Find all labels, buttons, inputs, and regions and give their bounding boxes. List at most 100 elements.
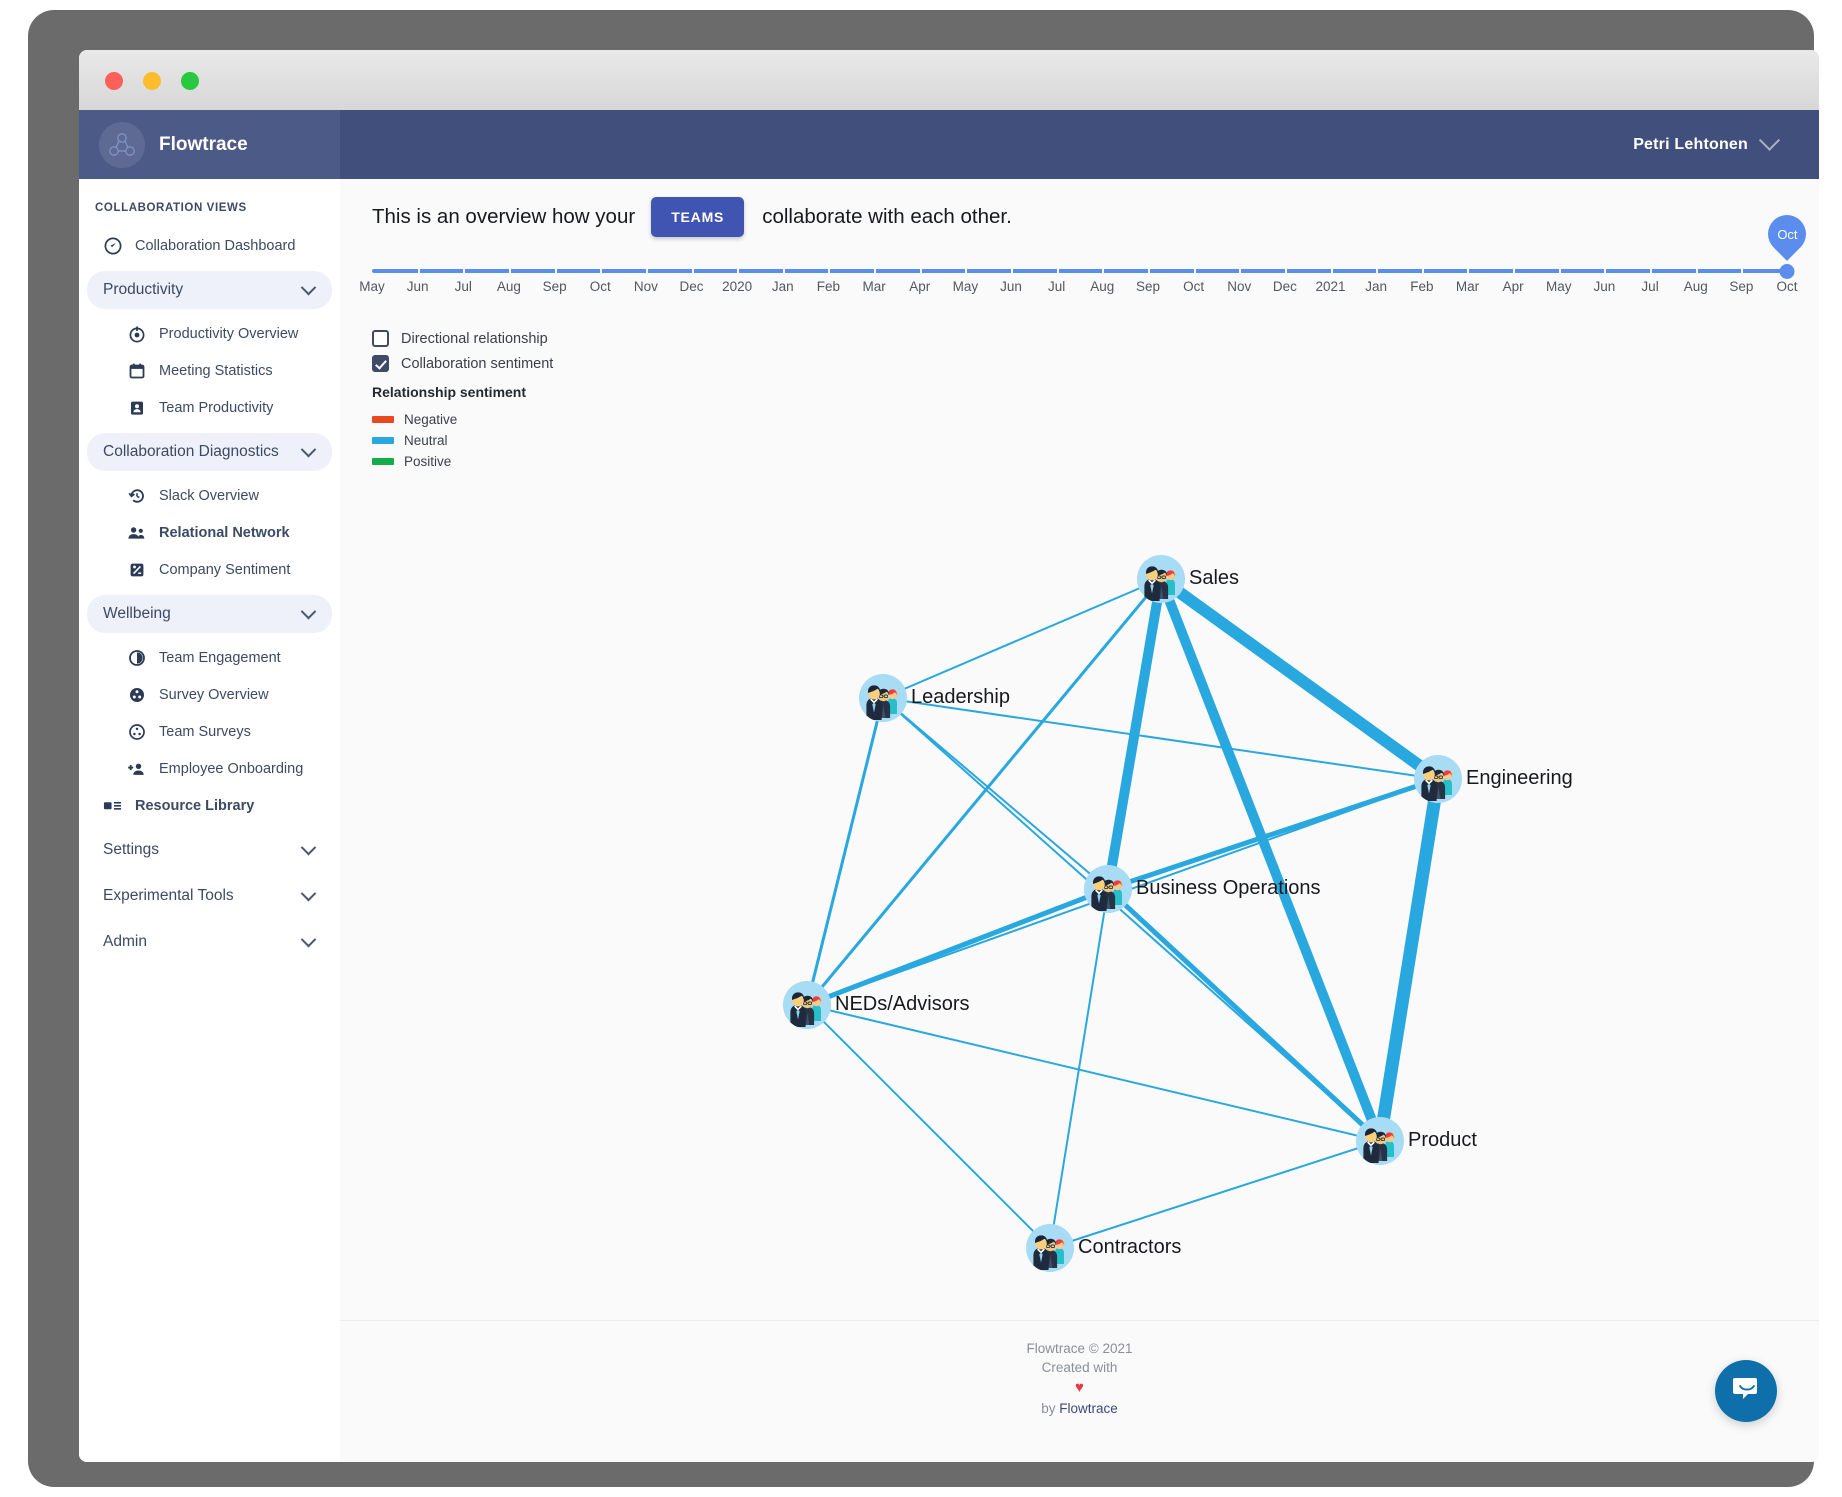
- sidebar-item-label: Productivity Overview: [159, 326, 299, 342]
- timeline-label: May: [1546, 279, 1572, 294]
- sidebar-section-title: COLLABORATION VIEWS: [95, 202, 247, 214]
- sidebar-item-meeting-statistics[interactable]: Meeting Statistics: [87, 354, 332, 388]
- timeline-label: Sep: [1135, 279, 1160, 294]
- sidebar-item-team-engagement[interactable]: Team Engagement: [87, 641, 332, 675]
- network-node-label: Leadership: [911, 686, 1010, 708]
- main-content: This is an overview how your TEAMS colla…: [340, 179, 1819, 1462]
- relational-network-graph[interactable]: Sales Leadership Engineering Business Opera…: [340, 419, 1819, 1339]
- collaboration-sentiment-checkbox[interactable]: [372, 355, 389, 372]
- timeline-label: May: [359, 279, 385, 294]
- timeline-tick: [463, 265, 466, 277]
- footer: Flowtrace © 2021 Created with ♥ by Flowt…: [340, 1320, 1819, 1462]
- network-edge[interactable]: [806, 886, 1109, 1008]
- network-node-avatar[interactable]: [1026, 1224, 1074, 1272]
- timeline-tick: [1741, 265, 1744, 277]
- option-collaboration-sentiment[interactable]: Collaboration sentiment: [372, 351, 553, 376]
- flowtrace-network-logo-icon: [99, 121, 145, 168]
- timeline-label: Dec: [1272, 279, 1297, 294]
- network-edge[interactable]: [1106, 887, 1382, 1143]
- sidebar-group-label: Wellbeing: [103, 605, 171, 622]
- footer-copyright: Flowtrace © 2021: [1026, 1341, 1133, 1356]
- timeline-slider[interactable]: May Jun Jul Aug Sep Oct Nov Dec 2020 Jan Feb Mar Apr…: [359, 207, 1814, 311]
- timeline-label: Jan: [1365, 279, 1388, 294]
- network-node-label: Contractors: [1078, 1236, 1182, 1258]
- option-directional-relationship[interactable]: Directional relationship: [372, 326, 553, 351]
- window-minimize-button[interactable]: [143, 72, 161, 90]
- sidebar-item-label: Employee Onboarding: [159, 761, 304, 777]
- footer-flowtrace-link[interactable]: Flowtrace: [1059, 1401, 1118, 1416]
- sidebar-group-productivity[interactable]: Productivity: [87, 271, 332, 309]
- timeline-label: Jan: [771, 279, 794, 294]
- timeline-tick: [417, 265, 420, 277]
- network-node-avatar[interactable]: [783, 981, 831, 1029]
- sidebar-item-team-productivity[interactable]: Team Productivity: [87, 391, 332, 425]
- headline-suffix: collaborate with each other.: [762, 205, 1012, 228]
- network-node-avatar[interactable]: [1414, 755, 1462, 803]
- timeline-tick: [645, 265, 648, 277]
- network-edge[interactable]: [1049, 888, 1109, 1249]
- chevron-down-icon: [300, 603, 317, 619]
- sidebar-item-label: Relational Network: [159, 525, 290, 541]
- network-edge[interactable]: [882, 697, 1439, 780]
- teams-toggle-button[interactable]: TEAMS: [651, 197, 745, 237]
- timeline-tick: [1330, 265, 1333, 277]
- timeline-tick: [1147, 265, 1150, 277]
- sidebar-navigation: COLLABORATION VIEWS Collaboration Dashbo…: [79, 179, 340, 961]
- network-node-avatar[interactable]: [1137, 555, 1185, 603]
- timeline-label: Apr: [909, 279, 931, 294]
- network-edges: [805, 574, 1445, 1249]
- network-edge[interactable]: [806, 1004, 1381, 1142]
- sidebar-item-survey-overview[interactable]: Survey Overview: [87, 678, 332, 712]
- timeline-label: Mar: [862, 279, 886, 294]
- timeline-label: Oct: [1776, 279, 1798, 294]
- chevron-down-icon: [300, 839, 317, 855]
- sidebar-group-label: Admin: [103, 933, 147, 950]
- network-node-avatar[interactable]: [1084, 865, 1132, 913]
- sidebar-item-label: Company Sentiment: [159, 562, 291, 578]
- network-edge[interactable]: [882, 578, 1162, 699]
- desktop-background: Flowtrace COLLABORATION VIEWS Collaborat…: [0, 0, 1842, 1497]
- timeline-label: May: [952, 279, 979, 294]
- sidebar-item-productivity-overview[interactable]: Productivity Overview: [87, 317, 332, 351]
- timeline-track[interactable]: [372, 269, 1787, 273]
- timeline-label: Aug: [496, 279, 521, 294]
- timeline-handle[interactable]: [1779, 264, 1795, 279]
- timeline-tick: [1513, 265, 1516, 277]
- timeline-label: Jul: [1048, 279, 1066, 294]
- browser-window-frame: Flowtrace COLLABORATION VIEWS Collaborat…: [28, 10, 1819, 1487]
- window-maximize-button[interactable]: [181, 72, 199, 90]
- user-menu[interactable]: Petri Lehtonen: [1633, 129, 1781, 154]
- network-edge[interactable]: [806, 1004, 1051, 1249]
- sidebar-item-slack-overview[interactable]: Slack Overview: [87, 479, 332, 513]
- directional-relationship-checkbox[interactable]: [372, 330, 389, 347]
- sidebar-item-company-sentiment[interactable]: Company Sentiment: [87, 553, 332, 587]
- sidebar-item-employee-onboarding[interactable]: Employee Onboarding: [87, 752, 332, 786]
- network-edge[interactable]: [1049, 1140, 1381, 1249]
- sidebar-item-resource-library[interactable]: Resource Library: [87, 789, 332, 823]
- user-name: Petri Lehtonen: [1633, 135, 1748, 153]
- timeline-tick: [828, 265, 831, 277]
- timeline-label: Apr: [1502, 279, 1524, 294]
- sidebar-item-relational-network[interactable]: Relational Network: [87, 516, 332, 550]
- timeline-label: Sep: [1729, 279, 1754, 294]
- network-node-avatar[interactable]: [1356, 1117, 1404, 1165]
- sidebar-group-wellbeing[interactable]: Wellbeing: [87, 595, 332, 633]
- network-node-label: Sales: [1189, 567, 1240, 589]
- sidebar-group-collaboration-diagnostics[interactable]: Collaboration Diagnostics: [87, 433, 332, 471]
- window-close-button[interactable]: [105, 72, 123, 90]
- network-node-avatar[interactable]: [859, 674, 907, 722]
- sidebar-item-label: Meeting Statistics: [159, 363, 273, 379]
- timeline-label: Mar: [1455, 279, 1480, 294]
- timeline-tick: [508, 265, 511, 277]
- timeline-label: Oct: [1183, 279, 1205, 294]
- window-titlebar: [79, 50, 1819, 111]
- sidebar-group-admin[interactable]: Admin: [87, 923, 332, 961]
- timeline-tick: [1376, 265, 1379, 277]
- network-edge[interactable]: [1373, 777, 1445, 1143]
- chat-bubble-button[interactable]: [1715, 1360, 1777, 1422]
- sidebar-item-team-surveys[interactable]: Team Surveys: [87, 715, 332, 749]
- sidebar-group-settings[interactable]: Settings: [87, 831, 332, 869]
- sidebar-item-collaboration-dashboard[interactable]: Collaboration Dashboard: [87, 229, 332, 263]
- timeline-tick: [782, 265, 785, 277]
- sidebar-group-experimental-tools[interactable]: Experimental Tools: [87, 877, 332, 915]
